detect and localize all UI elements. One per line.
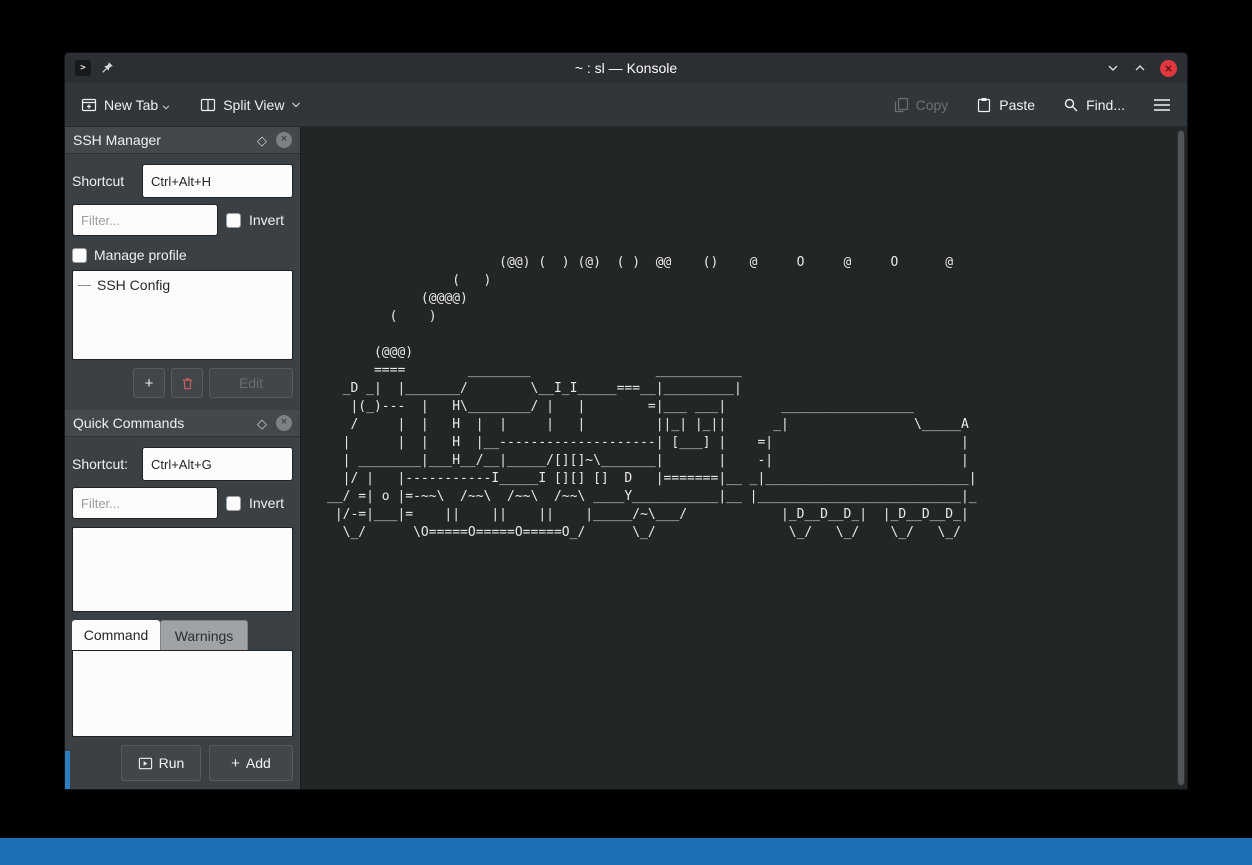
close-icon [1160, 60, 1177, 77]
split-view-button[interactable]: Split View [200, 97, 301, 113]
toolbar: New Tab Split View Copy Paste [65, 83, 1187, 127]
ssh-actions-row: + Edit [72, 368, 293, 398]
chevron-up-icon [1133, 61, 1147, 75]
qc-shortcut-input[interactable] [142, 447, 293, 481]
ssh-manager-panel: SSH Manager ◇ × Shortcut Invert [65, 127, 300, 398]
ssh-invert-checkbox[interactable] [226, 213, 241, 228]
paste-label: Paste [999, 97, 1035, 113]
run-label: Run [159, 755, 185, 771]
new-tab-icon [81, 97, 97, 113]
delete-ssh-button[interactable] [171, 368, 203, 398]
qc-filter-input[interactable] [72, 487, 218, 519]
qc-invert-label: Invert [249, 495, 284, 511]
plus-icon: + [231, 756, 240, 771]
quick-commands-list[interactable] [72, 527, 293, 612]
quick-commands-header: Quick Commands ◇ × [65, 410, 300, 437]
add-ssh-button[interactable]: + [133, 368, 165, 398]
plus-icon: + [145, 376, 154, 391]
find-label: Find... [1086, 97, 1125, 113]
blue-accent-mark [65, 751, 70, 789]
add-label: Add [246, 755, 271, 771]
manage-profile-checkbox[interactable] [72, 248, 87, 263]
copy-label: Copy [916, 97, 949, 113]
quick-commands-panel: Quick Commands ◇ × Shortcut: Invert [65, 410, 300, 781]
run-button[interactable]: Run [121, 745, 201, 781]
qc-filter-row: Invert [72, 487, 293, 519]
split-view-icon [200, 97, 216, 113]
manage-profile-row: Manage profile [72, 247, 293, 263]
split-view-label: Split View [223, 97, 284, 113]
close-button[interactable] [1160, 60, 1177, 77]
tree-item-ssh-config[interactable]: SSH Config [78, 275, 287, 295]
ssh-filter-row: Invert [72, 204, 293, 236]
edit-ssh-button[interactable]: Edit [209, 368, 293, 398]
tree-branch-line [78, 285, 91, 286]
terminal-scrollbar[interactable] [1177, 130, 1185, 786]
ssh-manager-title: SSH Manager [73, 132, 248, 148]
qc-shortcut-row: Shortcut: [72, 447, 293, 481]
chevron-down-icon [162, 105, 170, 110]
ssh-filter-input[interactable] [72, 204, 218, 236]
minimize-button[interactable] [1106, 61, 1120, 75]
konsole-app-icon: > [75, 60, 91, 76]
konsole-window: > ~ : sl — Konsole [64, 52, 1188, 790]
menu-button[interactable] [1153, 98, 1171, 112]
close-icon: × [276, 132, 292, 148]
quick-commands-title: Quick Commands [73, 415, 248, 431]
scrollbar-thumb[interactable] [1178, 131, 1184, 785]
close-panel-button[interactable]: × [276, 415, 292, 431]
diamond-icon: ◇ [257, 417, 267, 430]
desktop-taskbar-strip [0, 838, 1252, 865]
ssh-shortcut-input[interactable] [142, 164, 293, 198]
qc-shortcut-label: Shortcut: [72, 456, 142, 472]
search-icon [1063, 97, 1079, 113]
prompt-glyph: > [80, 63, 85, 73]
run-icon [138, 756, 153, 771]
copy-button[interactable]: Copy [893, 97, 949, 113]
trash-icon [180, 376, 195, 391]
paste-button[interactable]: Paste [976, 97, 1035, 113]
terminal-view[interactable]: (@@) ( ) (@) ( ) @@ () @ O @ O @ ( ) (@@… [300, 127, 1187, 789]
float-panel-button[interactable]: ◇ [257, 417, 267, 430]
close-panel-button[interactable]: × [276, 132, 292, 148]
manage-profile-label: Manage profile [94, 247, 187, 263]
pin-icon[interactable] [100, 61, 114, 75]
new-tab-label: New Tab [104, 97, 158, 113]
diamond-icon: ◇ [257, 134, 267, 147]
float-panel-button[interactable]: ◇ [257, 134, 267, 147]
qc-invert-checkbox[interactable] [226, 496, 241, 511]
window-title: ~ : sl — Konsole [65, 60, 1187, 76]
tab-warnings[interactable]: Warnings [160, 620, 248, 650]
paste-icon [976, 97, 992, 113]
ssh-profile-list[interactable]: SSH Config [72, 270, 293, 360]
add-command-button[interactable]: + Add [209, 745, 293, 781]
maximize-button[interactable] [1133, 61, 1147, 75]
chevron-down-icon [1106, 61, 1120, 75]
close-icon: × [276, 415, 292, 431]
ssh-shortcut-row: Shortcut [72, 164, 293, 198]
new-tab-button[interactable]: New Tab [81, 97, 170, 113]
ssh-shortcut-label: Shortcut [72, 173, 142, 189]
desktop: > ~ : sl — Konsole [0, 0, 1252, 865]
chevron-down-icon [291, 102, 301, 108]
ssh-manager-header: SSH Manager ◇ × [65, 127, 300, 154]
tree-item-label: SSH Config [97, 277, 170, 293]
qc-actions-row: Run + Add [72, 745, 293, 781]
command-editor[interactable] [72, 650, 293, 737]
tab-command[interactable]: Command [72, 620, 160, 650]
copy-icon [893, 97, 909, 113]
find-button[interactable]: Find... [1063, 97, 1125, 113]
qc-tabs: Command Warnings [72, 620, 293, 650]
hamburger-icon [1153, 98, 1171, 112]
ssh-invert-label: Invert [249, 212, 284, 228]
titlebar[interactable]: > ~ : sl — Konsole [65, 53, 1187, 83]
sl-train-ascii-art: (@@) ( ) (@) ( ) @@ () @ O @ O @ ( ) (@@… [327, 254, 984, 542]
sidebar: SSH Manager ◇ × Shortcut Invert [65, 127, 300, 789]
